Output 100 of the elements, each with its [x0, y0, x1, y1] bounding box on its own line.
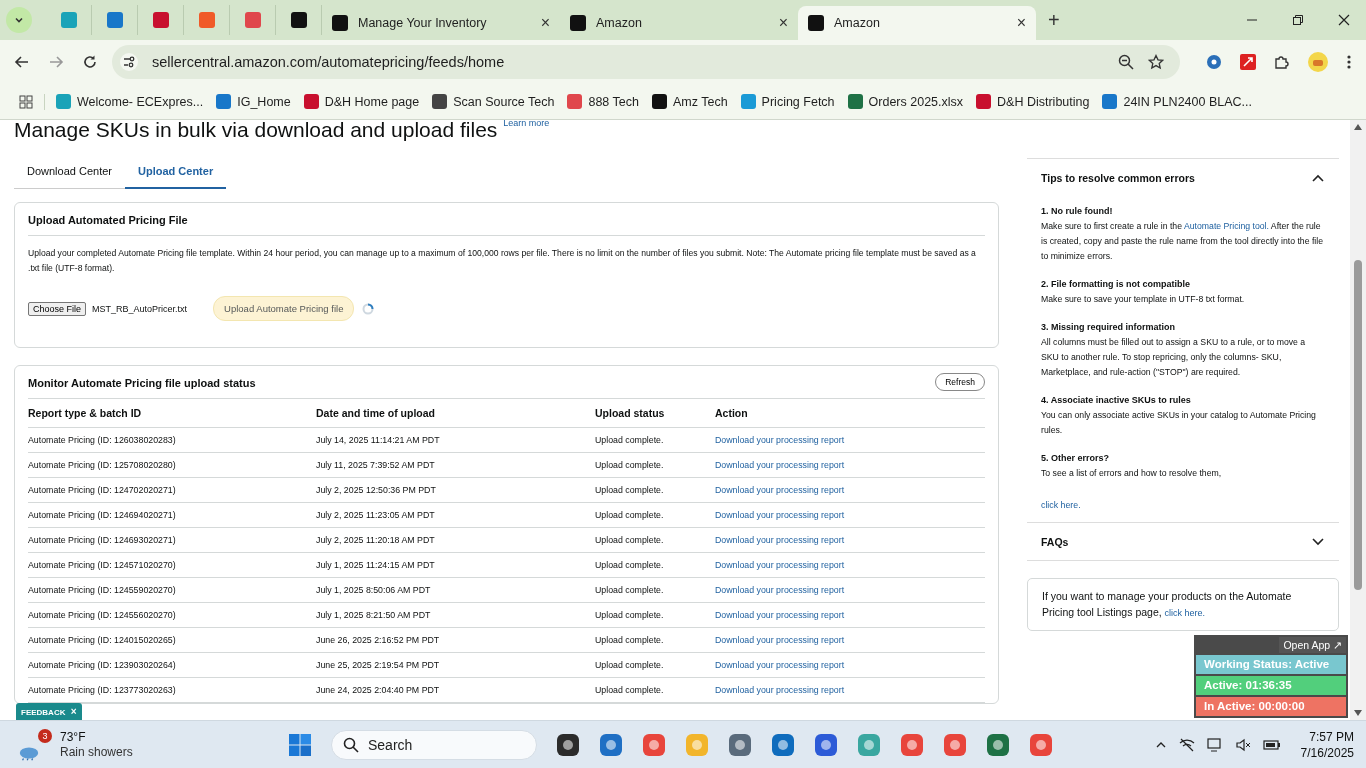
- bookmark[interactable]: Welcome- ECExpres...: [56, 94, 204, 109]
- table-cell-text: Upload complete.: [595, 460, 665, 470]
- scroll-down-icon[interactable]: [1354, 710, 1362, 716]
- click-here-link[interactable]: click here.: [1041, 500, 1081, 510]
- extension-icon[interactable]: [1240, 54, 1256, 70]
- back-icon[interactable]: [14, 54, 30, 70]
- browser-tab[interactable]: Manage Your Inventory ×: [322, 6, 560, 40]
- app-icon[interactable]: [556, 732, 580, 757]
- site-settings-icon[interactable]: [120, 53, 138, 71]
- table-cell-text: Automate Pricing (ID: 124015020265): [28, 635, 177, 645]
- close-icon[interactable]: ×: [540, 14, 550, 32]
- clock-time[interactable]: 7:57 PM: [1309, 728, 1354, 745]
- close-icon[interactable]: ×: [778, 14, 788, 32]
- search-field[interactable]: Search: [331, 729, 537, 760]
- browser-tab[interactable]: Amazon ×: [798, 6, 1036, 40]
- reload-icon[interactable]: [82, 54, 98, 70]
- download-link[interactable]: Download your processing report: [715, 585, 845, 595]
- section-title: FAQs: [1041, 536, 1069, 548]
- tip-text: Make sure to first create a rule in the Automate Pricing tool. After the rule is created, copy and paste the rule name from the tool directly into the file to minimize errors.: [1041, 220, 1324, 263]
- feedback-tab[interactable]: FEEDBACK ×: [16, 703, 82, 720]
- download-link[interactable]: Download your processing report: [715, 535, 845, 545]
- table-cell-text: Upload complete.: [595, 610, 665, 620]
- apps-icon[interactable]: [19, 94, 33, 109]
- bookmark[interactable]: IG_Home: [216, 94, 291, 109]
- browser-tab[interactable]: Amazon ×: [560, 6, 798, 40]
- table-cell-text: June 25, 2025 2:19:54 PM PDT: [316, 660, 441, 670]
- table-cell-text: July 2, 2025 12:50:36 PM PDT: [316, 485, 437, 495]
- table-cell-text: Automate Pricing (ID: 126038020283): [28, 435, 177, 445]
- refresh-button[interactable]: Refresh: [935, 373, 985, 391]
- table-cell-text: June 26, 2025 2:16:52 PM PDT: [316, 635, 441, 645]
- bookmark[interactable]: Pricing Fetch: [740, 94, 835, 109]
- bookmark[interactable]: D&H Distributing: [976, 94, 1090, 109]
- bookmark[interactable]: Amz Tech: [651, 94, 728, 109]
- learn-more-link[interactable]: Learn more: [503, 120, 550, 128]
- table-cell-text: July 14, 2025 11:14:21 AM PDT: [316, 435, 441, 445]
- table-cell-text: Automate Pricing (ID: 124559020270): [28, 585, 177, 595]
- tab[interactable]: Upload Center: [125, 154, 227, 189]
- display-icon[interactable]: [1206, 736, 1223, 753]
- table-cell-text: Automate Pricing (ID: 125708020280): [28, 460, 177, 470]
- pricing-tool-link[interactable]: Automate Pricing tool.: [1183, 221, 1269, 231]
- tab[interactable]: Download Center: [14, 154, 125, 188]
- download-link[interactable]: Download your processing report: [715, 435, 845, 445]
- table-cell-text: Upload complete.: [595, 660, 665, 670]
- status-bar: In Active: 00:00:00: [1196, 697, 1346, 716]
- menu-icon[interactable]: [1346, 54, 1352, 70]
- download-link[interactable]: Download your processing report: [715, 610, 845, 620]
- tab-title: Manage Your Inventory: [358, 16, 488, 30]
- bookmark[interactable]: Scan Source Tech: [432, 94, 555, 109]
- bookmark[interactable]: 888 Tech: [567, 94, 639, 109]
- bookmark[interactable]: D&H Home page: [303, 94, 420, 109]
- card-title: Upload Automated Pricing File: [28, 213, 189, 228]
- table-cell-text: Automate Pricing (ID: 124693020271): [28, 535, 177, 545]
- puzzle-icon[interactable]: [1274, 54, 1290, 70]
- open-app-button[interactable]: Open App ↗: [1279, 637, 1346, 653]
- close-icon[interactable]: ×: [70, 706, 77, 717]
- bookmark[interactable]: 24IN PLN2400 BLAC...: [1102, 94, 1252, 109]
- tip-heading: 4. Associate inactive SKUs to rules: [1041, 394, 1192, 407]
- file-name: MST_RB_AutoPricer.txt: [92, 303, 188, 314]
- bookmark[interactable]: Orders 2025.xlsx: [847, 94, 964, 109]
- download-link[interactable]: Download your processing report: [715, 485, 845, 495]
- speaker-icon[interactable]: [1234, 736, 1251, 753]
- restore-icon[interactable]: [1292, 14, 1304, 26]
- section-title: Tips to resolve common errors: [1041, 172, 1195, 184]
- upload-button[interactable]: Upload Automate Pricing file: [213, 296, 355, 321]
- download-link[interactable]: Download your processing report: [715, 560, 845, 570]
- download-link[interactable]: Download your processing report: [715, 460, 845, 470]
- table-cell-text: July 1, 2025 11:24:15 AM PDT: [316, 560, 436, 570]
- click-here-link[interactable]: click here.: [1164, 608, 1206, 618]
- download-link[interactable]: Download your processing report: [715, 510, 845, 520]
- download-link[interactable]: Download your processing report: [715, 635, 845, 645]
- scroll-up-icon[interactable]: [1354, 124, 1362, 130]
- forward-icon[interactable]: [48, 54, 64, 70]
- start-icon[interactable]: [288, 732, 312, 757]
- weather-condition: Rain showers: [60, 744, 133, 760]
- download-link[interactable]: Download your processing report: [715, 660, 845, 670]
- clock-date[interactable]: 7/16/2025: [1300, 744, 1354, 761]
- search-icon: [343, 736, 359, 753]
- table-cell-text: June 24, 2025 2:04:40 PM PDT: [316, 685, 441, 695]
- table-cell-text: July 1, 2025 8:50:06 AM PDT: [316, 585, 432, 595]
- close-icon[interactable]: [1338, 14, 1350, 26]
- address-bar[interactable]: sellercentral.amazon.com/automatepricing/feeds/home: [112, 45, 1180, 79]
- bookmark-star-icon[interactable]: [1148, 54, 1164, 70]
- download-link[interactable]: Download your processing report: [715, 685, 845, 695]
- zoom-icon[interactable]: [1118, 54, 1134, 70]
- tab-title: Amazon: [596, 16, 643, 30]
- table-cell-text: Automate Pricing (ID: 123903020264): [28, 660, 177, 670]
- table-cell-text: Automate Pricing (ID: 124571020270): [28, 560, 177, 570]
- description-text: Upload your completed Automate Pricing file template. Within 24 hour period, you can manage up to a maximum of 100,000 rows per file. There is no limit on the number of files you submit. Note: The Automate pricing file template must be saved as a .txt file (UTF-8 format).: [28, 247, 977, 275]
- table-cell-text: Upload complete.: [595, 535, 665, 545]
- scrollbar[interactable]: [1350, 120, 1366, 720]
- profile-icon[interactable]: [1308, 52, 1328, 72]
- new-tab-button[interactable]: +: [1048, 8, 1060, 32]
- choose-file-button[interactable]: Choose File: [28, 301, 87, 316]
- table-cell-text: Upload complete.: [595, 485, 665, 495]
- close-icon[interactable]: ×: [1016, 14, 1026, 32]
- network-icon[interactable]: [1178, 736, 1195, 753]
- extension-icon[interactable]: [1206, 54, 1222, 70]
- table-cell-text: Automate Pricing (ID: 124694020271): [28, 510, 177, 520]
- tip-heading: 3. Missing required information: [1041, 321, 1176, 334]
- tip-heading: 1. No rule found!: [1041, 205, 1114, 218]
